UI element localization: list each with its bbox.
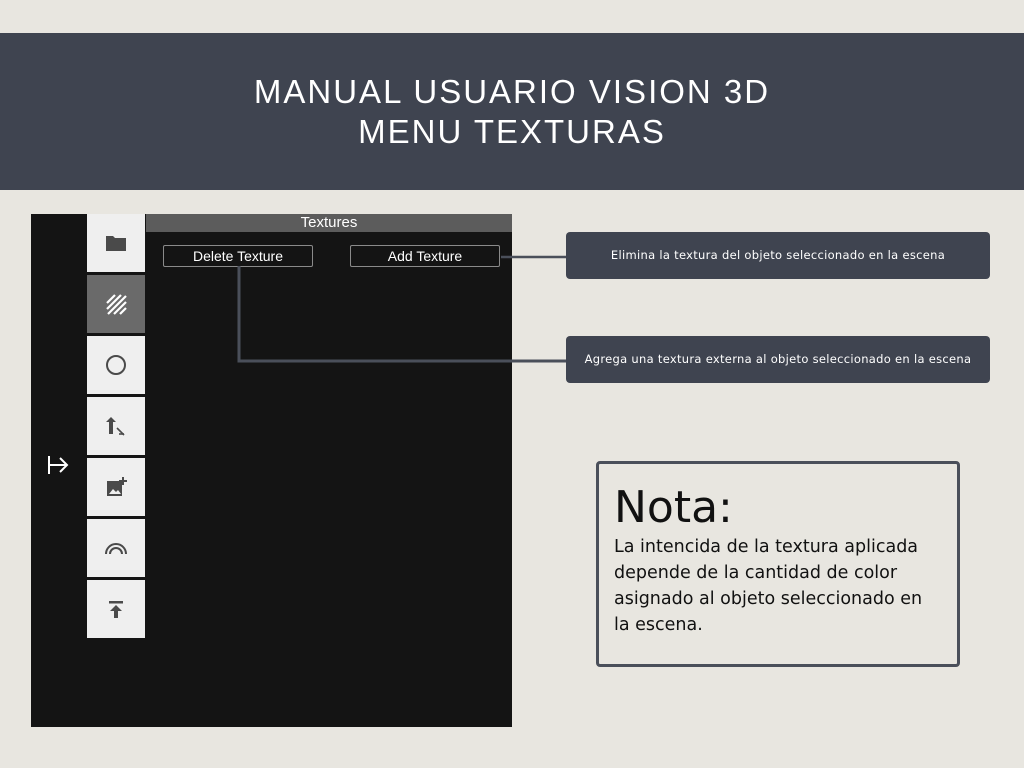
circle-icon: [106, 355, 126, 375]
tool-add-image[interactable]: [87, 458, 145, 516]
tool-export[interactable]: [87, 580, 145, 638]
add-texture-button[interactable]: Add Texture: [350, 245, 500, 267]
upload-icon: [109, 601, 123, 618]
banner-title-line-1: MANUAL USUARIO VISION 3D: [253, 72, 771, 110]
light-icon: [106, 417, 125, 436]
folder-icon: [106, 236, 126, 251]
note-body: La intencida de la textura aplicada depe…: [614, 537, 923, 635]
textures-panel-title: Textures: [146, 214, 512, 232]
note-title: Nota:: [614, 482, 733, 533]
tool-files[interactable]: [87, 214, 145, 272]
tool-arch[interactable]: [87, 519, 145, 577]
add-image-icon: [107, 477, 127, 496]
app-screenshot: Textures Delete Texture Add Texture: [31, 214, 512, 727]
banner-title-line-2: MENU TEXTURAS: [358, 112, 666, 150]
tool-sidebar: [87, 214, 146, 641]
tool-lighting[interactable]: [87, 397, 145, 455]
note-box: Nota: La intencida de la textura aplicad…: [596, 461, 960, 667]
arch-icon: [105, 543, 127, 555]
delete-texture-button[interactable]: Delete Texture: [163, 245, 313, 267]
add-texture-callout: Agrega una textura externa al objeto sel…: [566, 336, 990, 383]
delete-texture-callout: Elimina la textura del objeto selecciona…: [566, 232, 990, 279]
exit-arrow-icon[interactable]: [45, 452, 71, 478]
tool-shapes[interactable]: [87, 336, 145, 394]
tool-textures[interactable]: [87, 275, 145, 333]
page-banner: MANUAL USUARIO VISION 3D MENU TEXTURAS: [0, 33, 1024, 190]
texture-hatch-icon: [106, 294, 127, 315]
